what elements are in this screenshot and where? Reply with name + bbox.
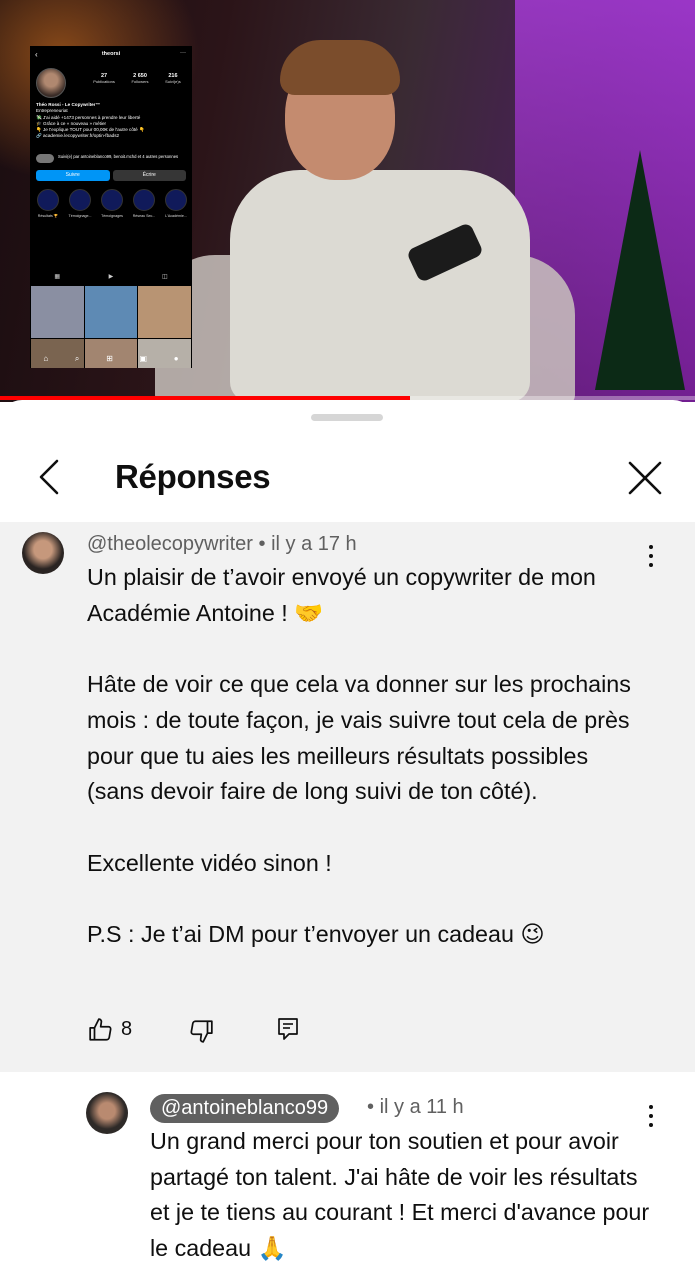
speaker-shirt: [230, 170, 530, 402]
insta-stat-followers: 2 650 Followers: [131, 73, 149, 84]
insta-highlight: Réseau Sec...: [129, 189, 159, 218]
insta-stat-publications: 27 Publications: [93, 73, 115, 84]
avatar[interactable]: [86, 1092, 128, 1134]
insta-follower-avatars: [36, 154, 54, 163]
video-speaker: [230, 40, 530, 402]
reels-icon: ▣: [139, 354, 148, 363]
insta-topbar: ‹ theorsi ···: [30, 50, 192, 60]
page-title: Réponses: [115, 458, 271, 495]
chevron-left-icon: [39, 459, 59, 495]
insta-highlight: Témoignage...: [65, 189, 95, 218]
insta-bio-link: 🔗 academie.lecopywriter.fr/optin-fbads2: [36, 133, 120, 139]
reply-meta: • il y a 11 h: [367, 1096, 464, 1119]
reply-text: Un grand merci pour ton soutien et pour …: [150, 1128, 656, 1262]
search-icon: ⌕: [74, 354, 80, 363]
comment-item: @theolecopywriter • il y a 17 h Un plais…: [0, 522, 695, 1072]
insta-post: [31, 286, 84, 338]
insta-post: [138, 286, 191, 338]
comment-time: il y a 17 h: [271, 533, 357, 555]
insta-tabs: ▦ ▶ ◫: [30, 273, 192, 280]
drag-handle[interactable]: [311, 414, 383, 421]
comment-actions: 8: [88, 1016, 348, 1046]
dislike-button[interactable]: [188, 1016, 218, 1044]
close-icon: [628, 461, 662, 495]
avatar[interactable]: [22, 532, 64, 574]
insta-follow-button: Suivre: [36, 170, 110, 181]
insta-bio: Théo Rossi - Le Copywriter™ Entrepreneur…: [36, 102, 188, 140]
insta-highlight: Résultats 🏆: [33, 189, 63, 218]
insta-profile-picture: [36, 68, 66, 98]
christmas-tree: [595, 150, 685, 390]
comment-author[interactable]: @theolecopywriter: [87, 533, 253, 555]
reply-item: @antoineblanco99 • il y a 11 h Un grand …: [0, 1072, 695, 1280]
reply-time: il y a 11 h: [379, 1096, 464, 1118]
back-button[interactable]: [30, 457, 70, 497]
replies-header: Réponses: [0, 440, 695, 520]
meta-separator: •: [258, 533, 272, 555]
comment-text: Un plaisir de t’avoir envoyé un copywrit…: [87, 564, 631, 948]
speaker-hair: [280, 40, 400, 95]
grid-icon: ▦: [54, 274, 60, 280]
insta-highlight: Témoignages: [97, 189, 127, 218]
replies-panel: Réponses @theolecopywriter • il y a 17 h…: [0, 400, 695, 1280]
reply-author-badge[interactable]: @antoineblanco99: [150, 1094, 340, 1123]
home-icon: ⌂: [43, 354, 49, 363]
insta-message-button: Écrire: [112, 170, 186, 181]
insta-username: theorsi: [101, 51, 121, 57]
reels-icon: ▶: [108, 274, 114, 280]
thumbs-up-icon: [89, 1018, 112, 1041]
meta-separator: •: [367, 1096, 380, 1118]
comment-meta: @theolecopywriter • il y a 17 h: [87, 533, 357, 556]
video-player[interactable]: ‹ theorsi ··· 27 Publications 2 650 Follow…: [0, 0, 695, 402]
insta-post: [84, 286, 138, 338]
thumbs-down-icon: [190, 1020, 213, 1043]
reply-button[interactable]: [276, 1016, 306, 1044]
insta-more-icon: ···: [180, 50, 186, 56]
close-button[interactable]: [624, 457, 666, 499]
like-count: 8: [121, 1018, 133, 1040]
insta-highlight: L'Académie...: [161, 189, 191, 218]
insta-stat-following: 216 Suivi(e)s: [165, 73, 181, 84]
add-icon: ⊞: [106, 354, 113, 363]
insta-bottom-nav: ⌂ ⌕ ⊞ ▣ ●: [30, 354, 192, 364]
tagged-icon: ◫: [161, 274, 168, 280]
insta-followed-by: Suivi(e) par antoineblanco99, benoit.mch…: [36, 154, 188, 163]
like-button[interactable]: 8: [88, 1016, 148, 1044]
insta-buttons: Suivre Écrire: [36, 170, 186, 181]
instagram-profile-overlay: ‹ theorsi ··· 27 Publications 2 650 Follow…: [30, 46, 192, 368]
insta-stats: 27 Publications 2 650 Followers 216 Suivi(e…: [85, 73, 189, 85]
profile-icon: ●: [173, 354, 179, 363]
reply-icon: [278, 1018, 298, 1040]
insta-highlights: Résultats 🏆 Témoignage... Témoignages Ré…: [33, 189, 192, 218]
